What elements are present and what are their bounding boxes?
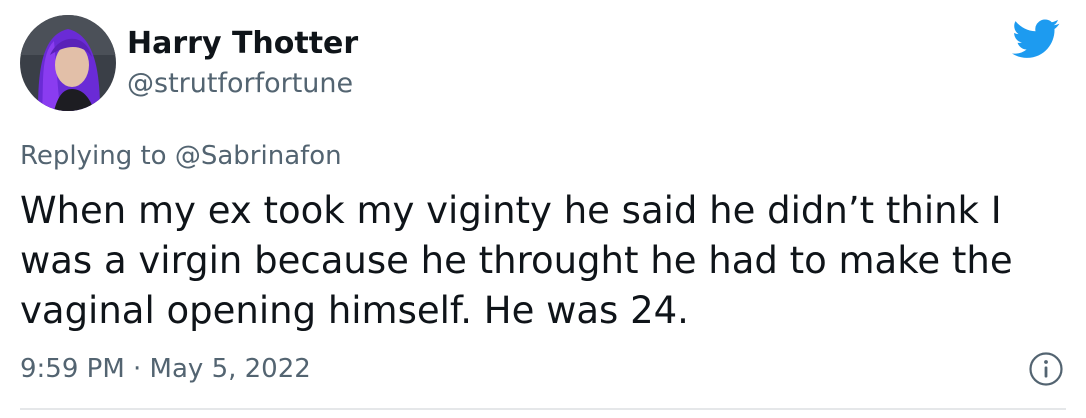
replying-to-prefix: Replying to bbox=[20, 141, 175, 171]
twitter-bird-icon[interactable] bbox=[1012, 19, 1060, 59]
replying-to-line: Replying to @Sabrinafon bbox=[20, 138, 342, 174]
user-handle[interactable]: @strutforfortune bbox=[127, 66, 353, 102]
info-icon[interactable] bbox=[1028, 351, 1064, 387]
replying-to-handle[interactable]: @Sabrinafon bbox=[175, 141, 342, 171]
avatar[interactable] bbox=[20, 15, 116, 111]
divider bbox=[20, 408, 1066, 410]
tweet-timestamp[interactable]: 9:59 PM · May 5, 2022 bbox=[20, 351, 311, 387]
avatar-image bbox=[20, 15, 116, 111]
display-name[interactable]: Harry Thotter bbox=[127, 24, 358, 64]
tweet-text: When my ex took my viginty he said he di… bbox=[20, 186, 1070, 336]
tweet-card: Harry Thotter @strutforfortune Replying … bbox=[0, 0, 1086, 418]
